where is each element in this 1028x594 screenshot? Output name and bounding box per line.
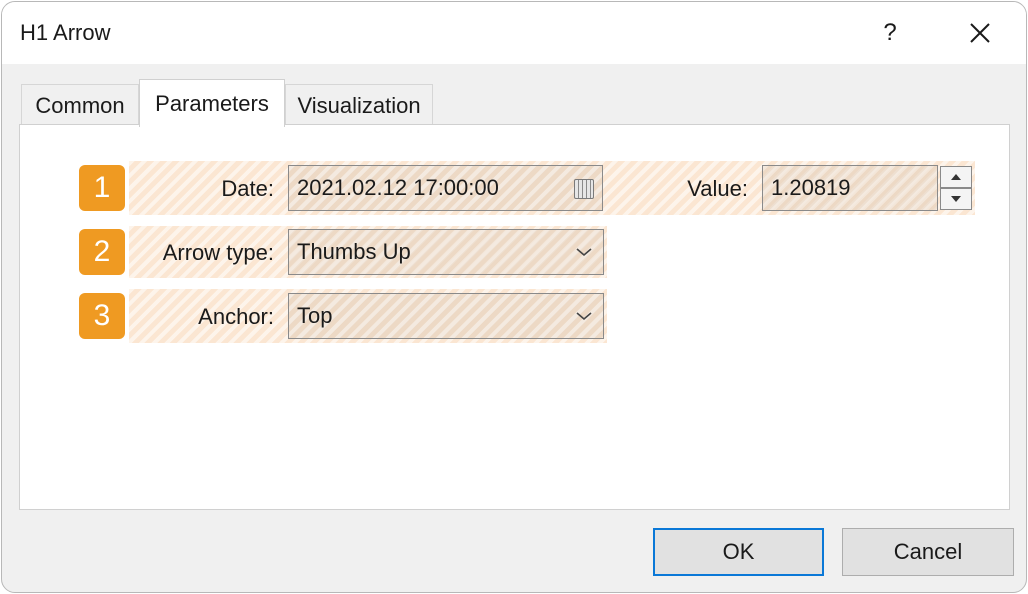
arrow-type-value: Thumbs Up <box>297 239 411 264</box>
tab-common[interactable]: Common <box>21 84 139 126</box>
tab-parameters[interactable]: Parameters <box>139 79 285 127</box>
arrow-type-select[interactable]: Thumbs Up <box>288 229 604 275</box>
value-field[interactable]: 1.20819 <box>762 165 938 211</box>
dialog-window: H1 Arrow ? Common Parameters Visualizati… <box>1 1 1027 593</box>
step-badge-3: 3 <box>79 293 125 339</box>
triangle-down-icon <box>951 196 961 202</box>
help-button[interactable]: ? <box>860 2 920 64</box>
window-title: H1 Arrow <box>20 20 111 45</box>
anchor-select[interactable]: Top <box>288 293 604 339</box>
close-button[interactable] <box>950 2 1010 64</box>
arrow-type-label: Arrow type: <box>162 240 274 265</box>
triangle-up-icon <box>951 174 961 180</box>
spin-down-button[interactable] <box>940 188 972 210</box>
value-label: Value: <box>687 176 748 201</box>
ok-button[interactable]: OK <box>653 528 824 576</box>
title-bar: H1 Arrow ? <box>2 2 1026 64</box>
anchor-label: Anchor: <box>198 304 274 329</box>
value-value: 1.20819 <box>771 175 851 200</box>
close-icon <box>970 23 990 43</box>
tab-visualization[interactable]: Visualization <box>285 84 433 126</box>
date-field[interactable]: 2021.02.12 17:00:00 <box>288 165 603 211</box>
step-badge-1: 1 <box>79 165 125 211</box>
anchor-value: Top <box>297 303 333 328</box>
chevron-down-icon <box>575 230 593 274</box>
date-label: Date: <box>221 176 274 201</box>
date-value: 2021.02.12 17:00:00 <box>297 175 499 200</box>
spin-up-button[interactable] <box>940 166 972 188</box>
chevron-down-icon <box>575 294 593 338</box>
step-badge-2: 2 <box>79 229 125 275</box>
cancel-button[interactable]: Cancel <box>842 528 1014 576</box>
calendar-icon[interactable] <box>574 179 594 199</box>
